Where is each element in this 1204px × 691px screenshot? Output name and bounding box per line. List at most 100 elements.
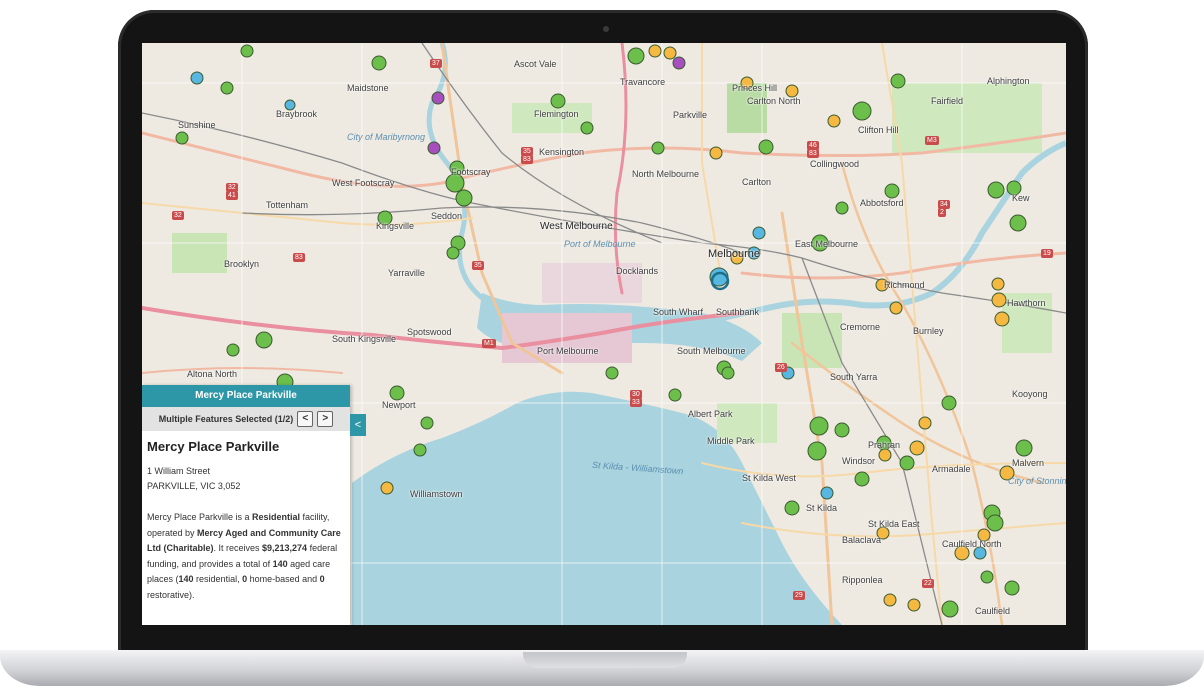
facility-marker[interactable] xyxy=(918,416,932,430)
facility-marker[interactable] xyxy=(190,71,204,85)
facility-marker[interactable] xyxy=(651,141,665,155)
place-label: West Melbourne xyxy=(540,221,613,232)
facility-marker[interactable] xyxy=(220,81,234,95)
facility-marker[interactable] xyxy=(834,422,850,438)
place-label: Docklands xyxy=(616,266,659,276)
facility-marker[interactable] xyxy=(663,46,677,60)
facility-marker[interactable] xyxy=(941,600,959,618)
facility-marker[interactable] xyxy=(721,366,735,380)
place-label: Alphington xyxy=(987,76,1030,86)
place-label: Richmond xyxy=(884,280,925,290)
place-label: Kooyong xyxy=(1012,389,1048,399)
facility-marker[interactable] xyxy=(226,343,240,357)
facility-marker[interactable] xyxy=(809,416,829,436)
place-label: Carlton xyxy=(742,177,772,187)
facility-description: Mercy Place Parkville is a Residential f… xyxy=(147,512,341,600)
place-label: Tottenham xyxy=(266,200,309,210)
facility-marker[interactable] xyxy=(240,44,254,58)
facility-title: Mercy Place Parkville xyxy=(147,439,280,454)
route-badge: 26 xyxy=(775,363,787,372)
park xyxy=(172,233,227,273)
map-screen[interactable]: Ascot Vale Maidstone Braybrook Sunshine … xyxy=(142,43,1066,625)
webcam xyxy=(603,26,609,32)
collapse-panel-button[interactable]: < xyxy=(350,414,366,436)
facility-marker[interactable] xyxy=(909,440,925,456)
route-badge: 83 xyxy=(521,155,533,164)
facility-marker[interactable] xyxy=(878,448,892,462)
facility-marker[interactable] xyxy=(883,593,897,607)
facility-marker[interactable] xyxy=(420,416,434,430)
route-badge: 2 xyxy=(938,208,946,217)
facility-marker[interactable] xyxy=(907,598,921,612)
facility-marker[interactable] xyxy=(709,146,723,160)
facility-marker[interactable] xyxy=(446,246,460,260)
facility-marker[interactable] xyxy=(889,301,903,315)
place-label: Kingsville xyxy=(376,221,415,231)
facility-marker[interactable] xyxy=(427,141,441,155)
facility-marker[interactable] xyxy=(852,101,872,121)
route-badge: 83 xyxy=(293,253,305,262)
facility-marker[interactable] xyxy=(672,56,686,70)
facility-marker[interactable] xyxy=(455,189,473,207)
place-label: St Kilda West xyxy=(742,473,796,483)
facility-marker[interactable] xyxy=(580,121,594,135)
route-badge: 35 xyxy=(472,261,484,270)
facility-marker[interactable] xyxy=(820,486,834,500)
facility-marker[interactable] xyxy=(807,441,827,461)
facility-marker[interactable] xyxy=(854,471,870,487)
facility-marker[interactable] xyxy=(758,139,774,155)
place-label: St Kilda East xyxy=(868,519,920,529)
place-label: Prahran xyxy=(868,440,901,450)
place-label: Travancore xyxy=(620,77,666,87)
place-label: Armadale xyxy=(932,464,971,474)
place-label: Sunshine xyxy=(178,120,216,130)
facility-marker[interactable] xyxy=(987,181,1005,199)
facility-marker[interactable] xyxy=(431,91,445,105)
place-label: East Melbourne xyxy=(795,239,859,249)
facility-marker[interactable] xyxy=(255,331,273,349)
route-badge: 37 xyxy=(430,59,442,68)
facility-marker[interactable] xyxy=(413,443,427,457)
place-label: Footscray xyxy=(451,167,491,177)
facility-marker[interactable] xyxy=(380,481,394,495)
park xyxy=(892,83,1042,153)
facility-marker[interactable] xyxy=(899,455,915,471)
previous-feature-button[interactable]: < xyxy=(297,411,314,427)
facility-marker[interactable] xyxy=(175,131,189,145)
place-label: Abbotsford xyxy=(860,198,904,208)
facility-marker[interactable] xyxy=(986,514,1004,532)
facility-marker[interactable] xyxy=(1004,580,1020,596)
place-label: Cremorne xyxy=(840,322,881,332)
place-label: South Yarra xyxy=(830,372,878,382)
facility-marker[interactable] xyxy=(1009,214,1027,232)
route-badge: 33 xyxy=(630,398,642,407)
facility-marker[interactable] xyxy=(991,292,1007,308)
next-feature-button[interactable]: > xyxy=(317,411,334,427)
facility-marker[interactable] xyxy=(550,93,566,109)
facility-marker[interactable] xyxy=(752,226,766,240)
facility-marker[interactable] xyxy=(890,73,906,89)
route-badge: 32 xyxy=(172,211,184,220)
facility-marker[interactable] xyxy=(668,388,682,402)
place-label: Middle Park xyxy=(707,436,755,446)
facility-marker[interactable] xyxy=(980,570,994,584)
facility-marker[interactable] xyxy=(991,277,1005,291)
facility-marker[interactable] xyxy=(627,47,645,65)
facility-marker[interactable] xyxy=(648,44,662,58)
facility-marker[interactable] xyxy=(884,183,900,199)
place-label: North Melbourne xyxy=(632,169,700,179)
facility-marker[interactable] xyxy=(605,366,619,380)
facility-marker[interactable] xyxy=(835,201,849,215)
place-label: Southbank xyxy=(716,307,760,317)
facility-marker[interactable] xyxy=(994,311,1010,327)
facility-marker[interactable] xyxy=(371,55,387,71)
facility-marker[interactable] xyxy=(941,395,957,411)
route-badge: 83 xyxy=(807,149,819,158)
facility-marker[interactable] xyxy=(827,114,841,128)
place-label: Carlton North xyxy=(747,96,801,106)
place-label: Malvern xyxy=(1012,458,1045,468)
place-label: Princes Hill xyxy=(732,83,778,93)
facility-marker[interactable] xyxy=(784,500,800,516)
facility-marker[interactable] xyxy=(389,385,405,401)
facility-marker[interactable] xyxy=(1015,439,1033,457)
